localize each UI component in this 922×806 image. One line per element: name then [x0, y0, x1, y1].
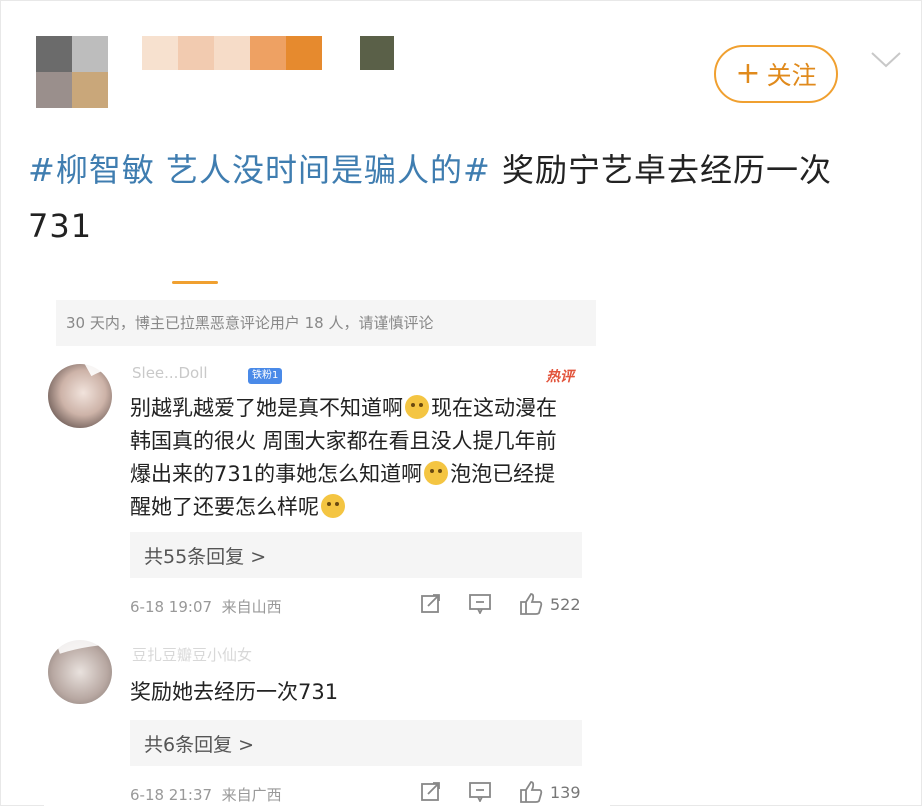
- commenter-name[interactable]: 豆扎豆瓣豆小仙女: [132, 644, 252, 665]
- comment-time: 6-18 21:37: [130, 786, 213, 804]
- comment-location: 来自广西: [221, 786, 282, 804]
- like-count: 139: [550, 782, 581, 802]
- laugh-emoji-icon: [321, 494, 345, 518]
- comment-location: 来自山西: [221, 598, 282, 616]
- fan-badge: 铁粉1: [248, 368, 283, 384]
- replies-link[interactable]: 共6条回复 >: [130, 720, 582, 766]
- comment-tabs: [44, 248, 610, 294]
- thumbs-up-icon: [520, 593, 543, 615]
- share-icon[interactable]: [420, 780, 442, 802]
- post-text-line2: 731: [28, 207, 93, 245]
- replies-link[interactable]: 共55条回复 >: [130, 532, 582, 578]
- smile-emoji-icon: [405, 395, 429, 419]
- share-icon[interactable]: [420, 592, 442, 614]
- chevron-down-icon[interactable]: [866, 44, 906, 74]
- post-text: #柳智敏 艺人没时间是骗人的# 奖励宁艺卓去经历一次 731: [28, 142, 888, 254]
- blocked-notice: 30 天内，博主已拉黑恶意评论用户 18 人，请谨慎评论: [56, 300, 596, 346]
- hot-comment-label: 热评: [546, 369, 574, 385]
- follow-button[interactable]: + 关注: [714, 45, 838, 103]
- cry-laugh-emoji-icon: [424, 461, 449, 485]
- like-count: 522: [550, 594, 581, 614]
- comments-screenshot: 30 天内，博主已拉黑恶意评论用户 18 人，请谨慎评论 Slee...Doll…: [44, 248, 610, 806]
- comment-meta: 6-18 21:37 来自广西: [130, 784, 282, 805]
- post-text-rest: 奖励宁艺卓去经历一次: [490, 151, 832, 189]
- thumbs-up-icon: [520, 781, 543, 803]
- comment-time: 6-18 19:07: [130, 598, 213, 616]
- like-button[interactable]: 522: [518, 592, 581, 616]
- comment-text: 奖励她去经历一次731: [130, 680, 339, 704]
- comment-text-a: 别越乳越爱了她是真不知道啊: [130, 396, 403, 420]
- comment-icon[interactable]: [468, 592, 492, 614]
- plus-icon: +: [735, 56, 761, 91]
- like-button[interactable]: 139: [518, 780, 581, 804]
- comment-icon[interactable]: [468, 780, 492, 802]
- tab-underline: [172, 281, 218, 284]
- topic-link[interactable]: #柳智敏 艺人没时间是骗人的#: [28, 151, 491, 189]
- comment-text: 别越乳越爱了她是真不知道啊 现在这动漫在韩国真的很火 周围大家都在看且没人提几年前…: [130, 392, 574, 524]
- comment-meta: 6-18 19:07 来自山西: [130, 596, 282, 617]
- commenter-name[interactable]: Slee...Doll: [132, 364, 208, 382]
- follow-label: 关注: [766, 61, 817, 90]
